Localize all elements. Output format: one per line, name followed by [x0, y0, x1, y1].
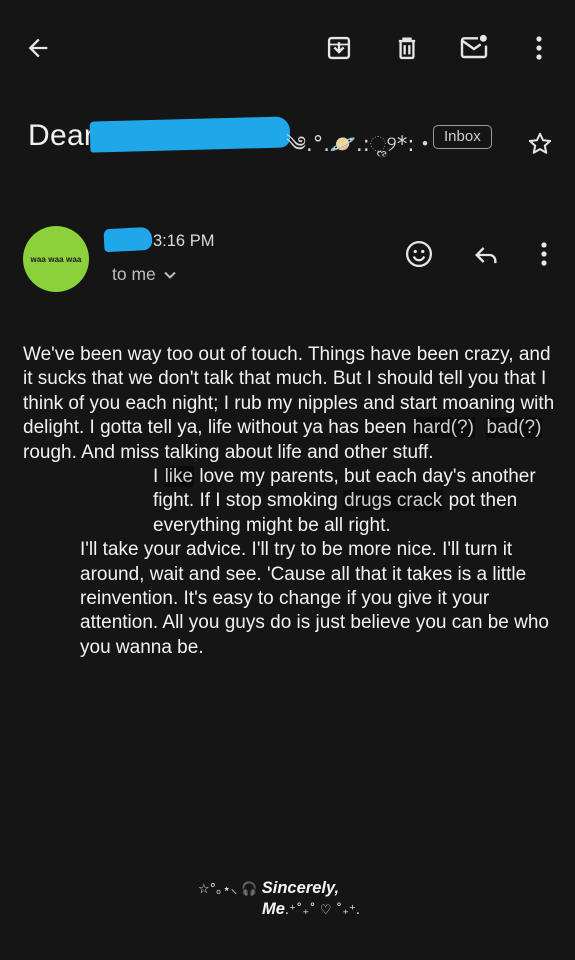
message-time: 3:16 PM — [153, 232, 215, 250]
highlighted-text: like — [163, 466, 195, 488]
body-paragraph: We've been way too out of touch. Things … — [23, 343, 561, 465]
body-text-span: rough. And miss talking about life and o… — [23, 441, 434, 463]
sender-header: waa waa waa 3:16 PM to me — [0, 222, 575, 302]
highlighted-text: bad(?) — [485, 417, 543, 439]
signature: ☆°｡⋆⸜ 🎧 Sincerely, Me.⁺˚₊˚ ♡ ˚₊⁺. — [198, 878, 458, 919]
redaction-mark — [89, 116, 291, 153]
recipient-label: to me — [112, 264, 156, 284]
archive-icon[interactable] — [322, 31, 356, 65]
avatar[interactable]: waa waa waa — [23, 226, 89, 292]
reply-icon[interactable] — [470, 239, 502, 271]
top-app-bar — [0, 0, 575, 96]
trash-icon[interactable] — [390, 31, 424, 65]
message-body: We've been way too out of touch. Things … — [23, 343, 561, 660]
more-vertical-icon[interactable] — [524, 32, 554, 64]
signature-name: Me — [262, 900, 285, 918]
emoji-react-icon[interactable] — [402, 237, 436, 271]
body-paragraph: I like love my parents, but each day's a… — [153, 466, 536, 536]
signature-decoration: ☆°｡⋆⸜ 🎧 — [198, 882, 262, 897]
inbox-label-badge[interactable]: Inbox — [433, 125, 492, 149]
message-more-icon[interactable] — [530, 238, 558, 270]
chevron-down-icon — [163, 264, 177, 285]
sender-name-redaction — [103, 226, 153, 253]
signature-decoration: .⁺˚₊˚ ♡ ˚₊⁺. — [284, 903, 361, 918]
star-icon[interactable] — [526, 130, 554, 163]
signature-word: Sincerely, — [261, 879, 340, 897]
back-arrow-icon[interactable] — [22, 32, 54, 64]
body-text-span: We've been way too out of touch. Things … — [23, 344, 555, 439]
email-subject: Dear ༄.°.🪐.:ૢ୨*:・ Inbox — [28, 112, 552, 162]
avatar-text: waa waa waa — [30, 254, 82, 264]
subject-text: Dear — [28, 119, 95, 152]
highlighted-text: drugs crack — [343, 490, 444, 512]
body-paragraph: I'll take your advice. I'll try to be mo… — [80, 539, 549, 658]
mark-unread-icon[interactable] — [456, 29, 492, 65]
recipient-toggle[interactable]: to me — [112, 264, 177, 285]
highlighted-text: hard(?) — [411, 417, 475, 439]
subject-decoration: ༄.°.🪐.:ૢ୨*:・ — [286, 132, 436, 156]
